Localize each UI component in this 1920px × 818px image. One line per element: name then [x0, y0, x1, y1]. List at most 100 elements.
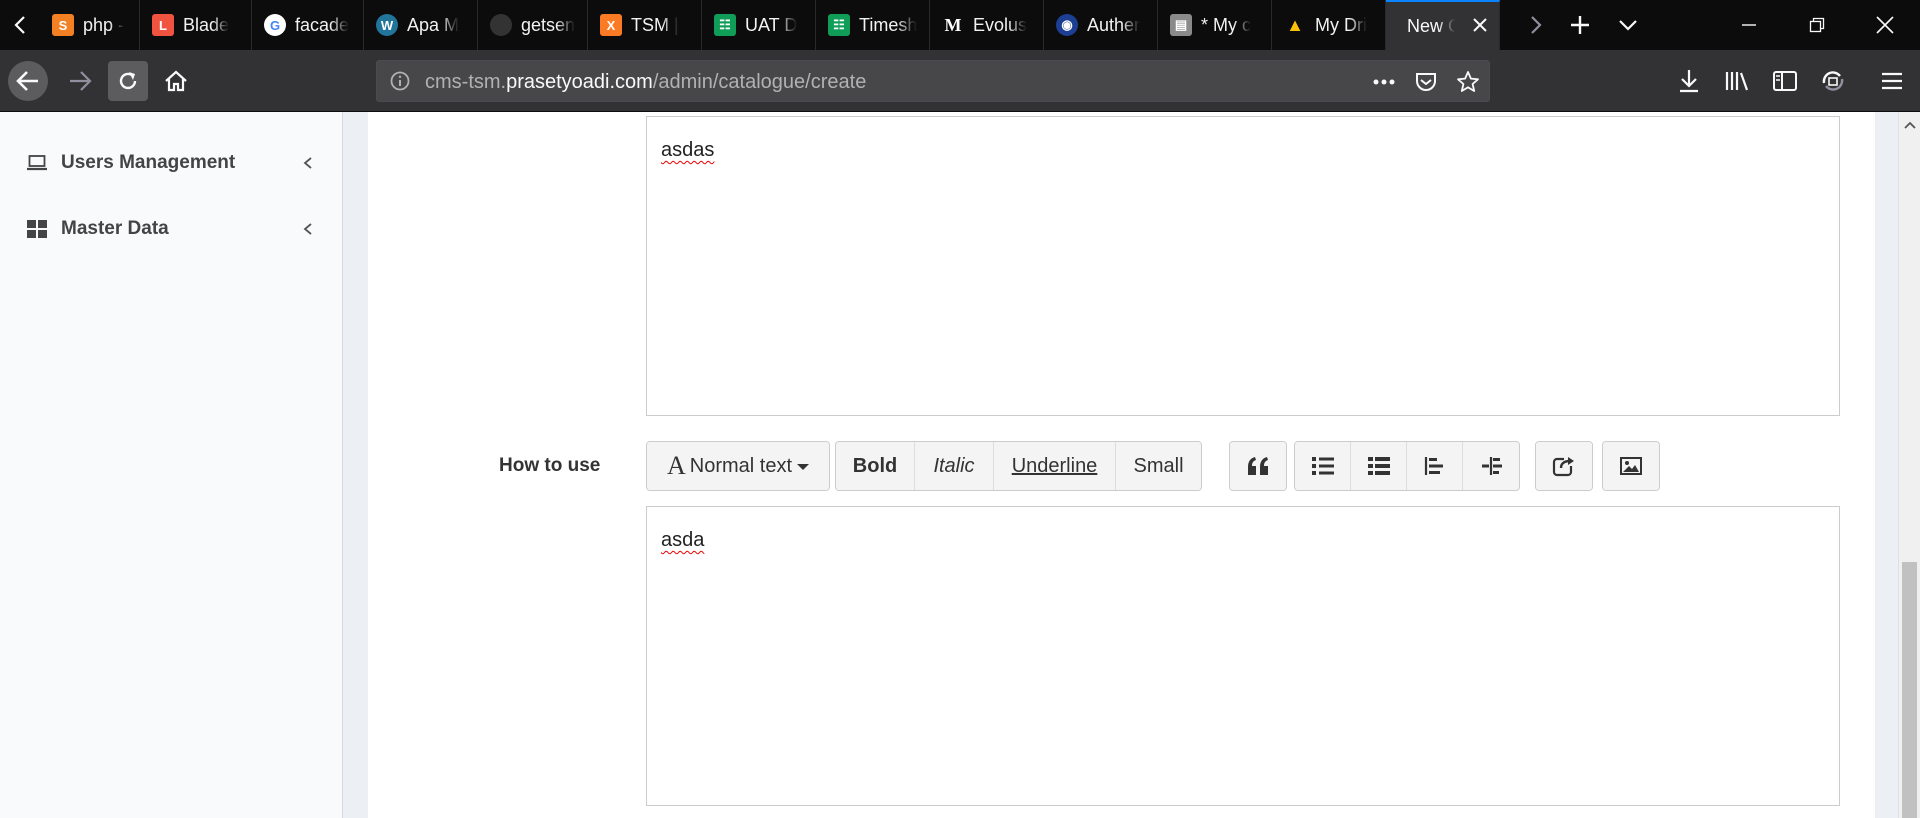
- tab-title: * My c: [1201, 14, 1252, 35]
- hamburger-menu-icon: [1882, 72, 1902, 90]
- unordered-list-button[interactable]: [1295, 442, 1351, 490]
- indent-button[interactable]: [1463, 442, 1519, 490]
- browser-tab[interactable]: ▤ * My c: [1158, 0, 1272, 50]
- close-window-button[interactable]: [1850, 0, 1920, 50]
- browser-tab[interactable]: X TSM |: [588, 0, 702, 50]
- browser-tab[interactable]: ☷ UAT D: [702, 0, 816, 50]
- share-icon: [1552, 456, 1575, 477]
- main-content: asdas How to use A Normal text Bold Ital…: [368, 112, 1875, 818]
- tab-title: New Ca: [1407, 15, 1455, 36]
- list-ul-icon: [1311, 457, 1334, 475]
- browser-tab[interactable]: ☷ Timesh: [816, 0, 930, 50]
- download-icon: [1680, 70, 1698, 93]
- downloads-button[interactable]: [1673, 65, 1705, 97]
- tab-scroll-right-button[interactable]: [1514, 0, 1558, 50]
- trello-icon: ▤: [1170, 14, 1192, 36]
- sidebar-item-label: Master Data: [61, 218, 169, 239]
- scroll-thumb[interactable]: [1902, 562, 1917, 818]
- forward-button[interactable]: [60, 61, 100, 101]
- minimize-icon: [1742, 24, 1756, 26]
- blockquote-button[interactable]: [1230, 442, 1286, 490]
- browser-tab[interactable]: M Evolus: [930, 0, 1044, 50]
- restore-button[interactable]: [1782, 0, 1852, 50]
- description-editor[interactable]: asdas: [646, 116, 1840, 416]
- laravel-icon: L: [152, 14, 174, 36]
- chevron-down-icon: [1619, 20, 1637, 31]
- outdent-icon: [1424, 457, 1443, 475]
- image-icon: [1620, 457, 1642, 475]
- browser-tab[interactable]: W Apa M: [364, 0, 478, 50]
- bold-button[interactable]: Bold: [836, 442, 915, 490]
- image-group: [1602, 441, 1660, 491]
- link-group: [1535, 441, 1593, 491]
- medium-icon: M: [944, 14, 962, 35]
- browser-tab[interactable]: New Ca: [1386, 0, 1500, 50]
- close-tab-button[interactable]: [1469, 14, 1491, 36]
- browser-tab[interactable]: L Blade: [140, 0, 252, 50]
- tab-scroll-left-button[interactable]: [0, 0, 40, 50]
- info-icon[interactable]: [389, 70, 411, 92]
- quote-icon: [1248, 457, 1268, 475]
- laptop-icon: [27, 155, 47, 171]
- underline-button[interactable]: Underline: [994, 442, 1116, 490]
- caret-down-icon: [797, 464, 810, 470]
- heading-dropdown[interactable]: A Normal text: [647, 442, 829, 490]
- small-button[interactable]: Small: [1116, 442, 1201, 490]
- url-bar[interactable]: cms-tsm.prasetyoadi.com/admin/catalogue/…: [376, 60, 1490, 102]
- browser-tab[interactable]: Sphp -: [40, 0, 140, 50]
- page-actions-button[interactable]: [1371, 70, 1397, 94]
- sidebar-toggle-button[interactable]: [1769, 65, 1801, 97]
- close-icon: [1473, 18, 1487, 32]
- browser-tab[interactable]: Gfacade: [252, 0, 364, 50]
- insert-image-button[interactable]: [1603, 442, 1659, 490]
- chevron-left-icon: [14, 16, 25, 34]
- description-editor-text: asdas: [661, 139, 715, 161]
- new-tab-button[interactable]: [1558, 0, 1602, 50]
- heading-group: A Normal text: [646, 441, 830, 491]
- tab-list-button[interactable]: [1606, 0, 1650, 50]
- xampp-icon: X: [600, 14, 622, 36]
- bookmark-button[interactable]: [1455, 70, 1481, 94]
- home-icon: [165, 70, 187, 92]
- browser-tab[interactable]: ▲ My Dri: [1272, 0, 1386, 50]
- outdent-button[interactable]: [1407, 442, 1463, 490]
- link-button[interactable]: [1536, 442, 1592, 490]
- home-button[interactable]: [156, 61, 196, 101]
- chevron-left-icon: [303, 157, 312, 169]
- extension-button[interactable]: [1817, 65, 1849, 97]
- back-button[interactable]: [8, 61, 48, 101]
- indent-icon: [1482, 457, 1502, 475]
- tab-title: Auther: [1087, 14, 1141, 35]
- tab-title: Apa M: [407, 14, 460, 35]
- more-dots-icon: [1373, 79, 1395, 85]
- globe-icon: ◉: [1056, 14, 1078, 36]
- tab-title: TSM |: [631, 14, 679, 35]
- chevron-left-icon: [303, 223, 312, 235]
- tab-title: facade: [295, 14, 350, 35]
- pocket-button[interactable]: [1413, 70, 1439, 94]
- browser-tab[interactable]: ◉ Auther: [1044, 0, 1158, 50]
- sheets-icon: ☷: [714, 14, 736, 36]
- how-to-use-editor[interactable]: asda: [646, 506, 1840, 806]
- sheets-icon: ☷: [828, 14, 850, 36]
- grid-icon: [27, 220, 47, 238]
- library-button[interactable]: [1721, 65, 1753, 97]
- scroll-up-icon[interactable]: [1903, 118, 1917, 132]
- browser-tab[interactable]: getsen: [478, 0, 588, 50]
- plus-icon: [1571, 16, 1589, 34]
- arrow-right-icon: [70, 71, 92, 91]
- sidebar-item-label: Users Management: [61, 152, 236, 173]
- italic-button[interactable]: Italic: [915, 442, 994, 490]
- tab-title: php -: [83, 14, 125, 35]
- tab-strip: Sphp - L Blade Gfacade W Apa Mgetsen X TSM | …: [0, 0, 1920, 50]
- sidebar-item-master-data[interactable]: Master Data: [0, 202, 343, 256]
- url-text[interactable]: cms-tsm.prasetyoadi.com/admin/catalogue/…: [425, 71, 866, 94]
- tab-title: UAT D: [745, 14, 798, 35]
- sidebar-item-users-management[interactable]: Users Management: [0, 136, 343, 190]
- list-group: [1294, 441, 1520, 491]
- ordered-list-button[interactable]: [1351, 442, 1407, 490]
- minimize-button[interactable]: [1714, 0, 1784, 50]
- reload-button[interactable]: [108, 61, 148, 101]
- page-scrollbar[interactable]: [1898, 112, 1920, 818]
- menu-button[interactable]: [1876, 65, 1908, 97]
